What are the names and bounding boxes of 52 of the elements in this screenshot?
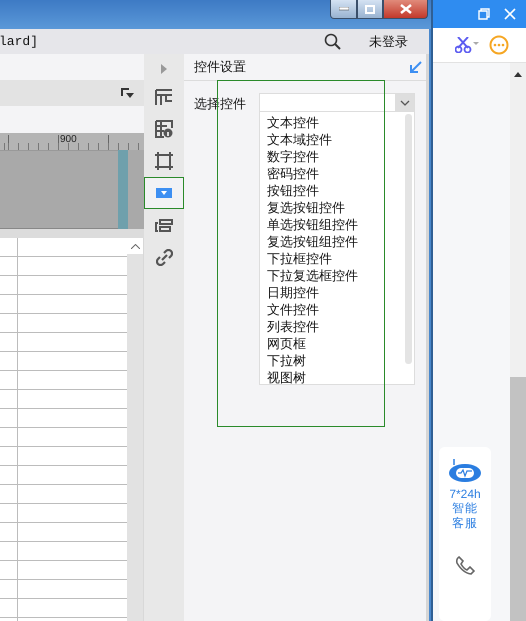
scissors-icon[interactable] bbox=[455, 37, 479, 53]
dropdown-option[interactable]: 视图树 bbox=[267, 369, 405, 386]
service-card[interactable]: 7*24h 智能客服 bbox=[439, 447, 491, 621]
layout-icon bbox=[155, 218, 173, 232]
restore-icon[interactable] bbox=[478, 8, 490, 20]
service-label: 智能客服 bbox=[452, 501, 478, 531]
robot-icon bbox=[448, 459, 482, 483]
dropdown-option[interactable]: 按钮控件 bbox=[267, 182, 405, 199]
maximize-button[interactable] bbox=[357, 0, 383, 19]
dropdown-option[interactable]: 数字控件 bbox=[267, 148, 405, 165]
scrollbar[interactable] bbox=[127, 238, 144, 621]
arrow-icon[interactable] bbox=[410, 61, 422, 73]
dropdown-option[interactable]: 下拉复选框控件 bbox=[267, 267, 405, 284]
dropdown-option[interactable]: 文本域控件 bbox=[267, 131, 405, 148]
maximize-icon bbox=[365, 4, 375, 14]
dropdown-option[interactable]: 单选按钮组控件 bbox=[267, 216, 405, 233]
dropdown-option[interactable]: 文件控件 bbox=[267, 301, 405, 318]
format-icon[interactable] bbox=[121, 88, 134, 98]
dropdown-option[interactable]: 复选按钮控件 bbox=[267, 199, 405, 216]
panel-title: 控件设置 bbox=[194, 58, 246, 76]
minimize-icon bbox=[338, 7, 348, 11]
scrollbar[interactable] bbox=[510, 63, 526, 621]
crop-frame-icon bbox=[155, 152, 173, 170]
dropdown-tool-button[interactable] bbox=[144, 177, 184, 209]
dropdown-option[interactable]: 密码控件 bbox=[267, 165, 405, 182]
minimize-button[interactable] bbox=[330, 0, 357, 19]
close-button[interactable] bbox=[383, 0, 428, 19]
scrollbar[interactable] bbox=[405, 114, 412, 364]
scroll-thumb[interactable] bbox=[510, 377, 526, 621]
link-icon bbox=[156, 248, 172, 266]
login-status[interactable]: 未登录 bbox=[369, 32, 429, 50]
expand-icon bbox=[161, 64, 167, 74]
dropdown-option[interactable]: 下拉框控件 bbox=[267, 250, 405, 267]
service-hours: 7*24h bbox=[449, 487, 481, 501]
chevron-up-icon bbox=[130, 244, 140, 248]
dropdown-option[interactable]: 文本控件 bbox=[267, 114, 405, 131]
dropdown-option[interactable]: 下拉树 bbox=[267, 352, 405, 369]
table-info-icon bbox=[155, 120, 173, 138]
dropdown-option[interactable]: 列表控件 bbox=[267, 318, 405, 335]
dropdown-icon bbox=[156, 188, 172, 198]
close-icon[interactable] bbox=[504, 8, 516, 20]
dropdown-option[interactable]: 日期控件 bbox=[267, 284, 405, 301]
close-icon bbox=[400, 4, 412, 14]
grid-icon bbox=[155, 88, 173, 106]
phone-icon[interactable] bbox=[455, 555, 475, 575]
search-icon[interactable] bbox=[324, 33, 341, 50]
scroll-up-button[interactable] bbox=[127, 238, 143, 254]
ruler-label: 900 bbox=[60, 133, 77, 146]
dropdown-option[interactable]: 网页框 bbox=[267, 335, 405, 352]
dropdown-option[interactable]: 复选按钮组控件 bbox=[267, 233, 405, 250]
chevron-down-icon bbox=[400, 100, 410, 106]
document-title: lard] bbox=[0, 34, 40, 49]
